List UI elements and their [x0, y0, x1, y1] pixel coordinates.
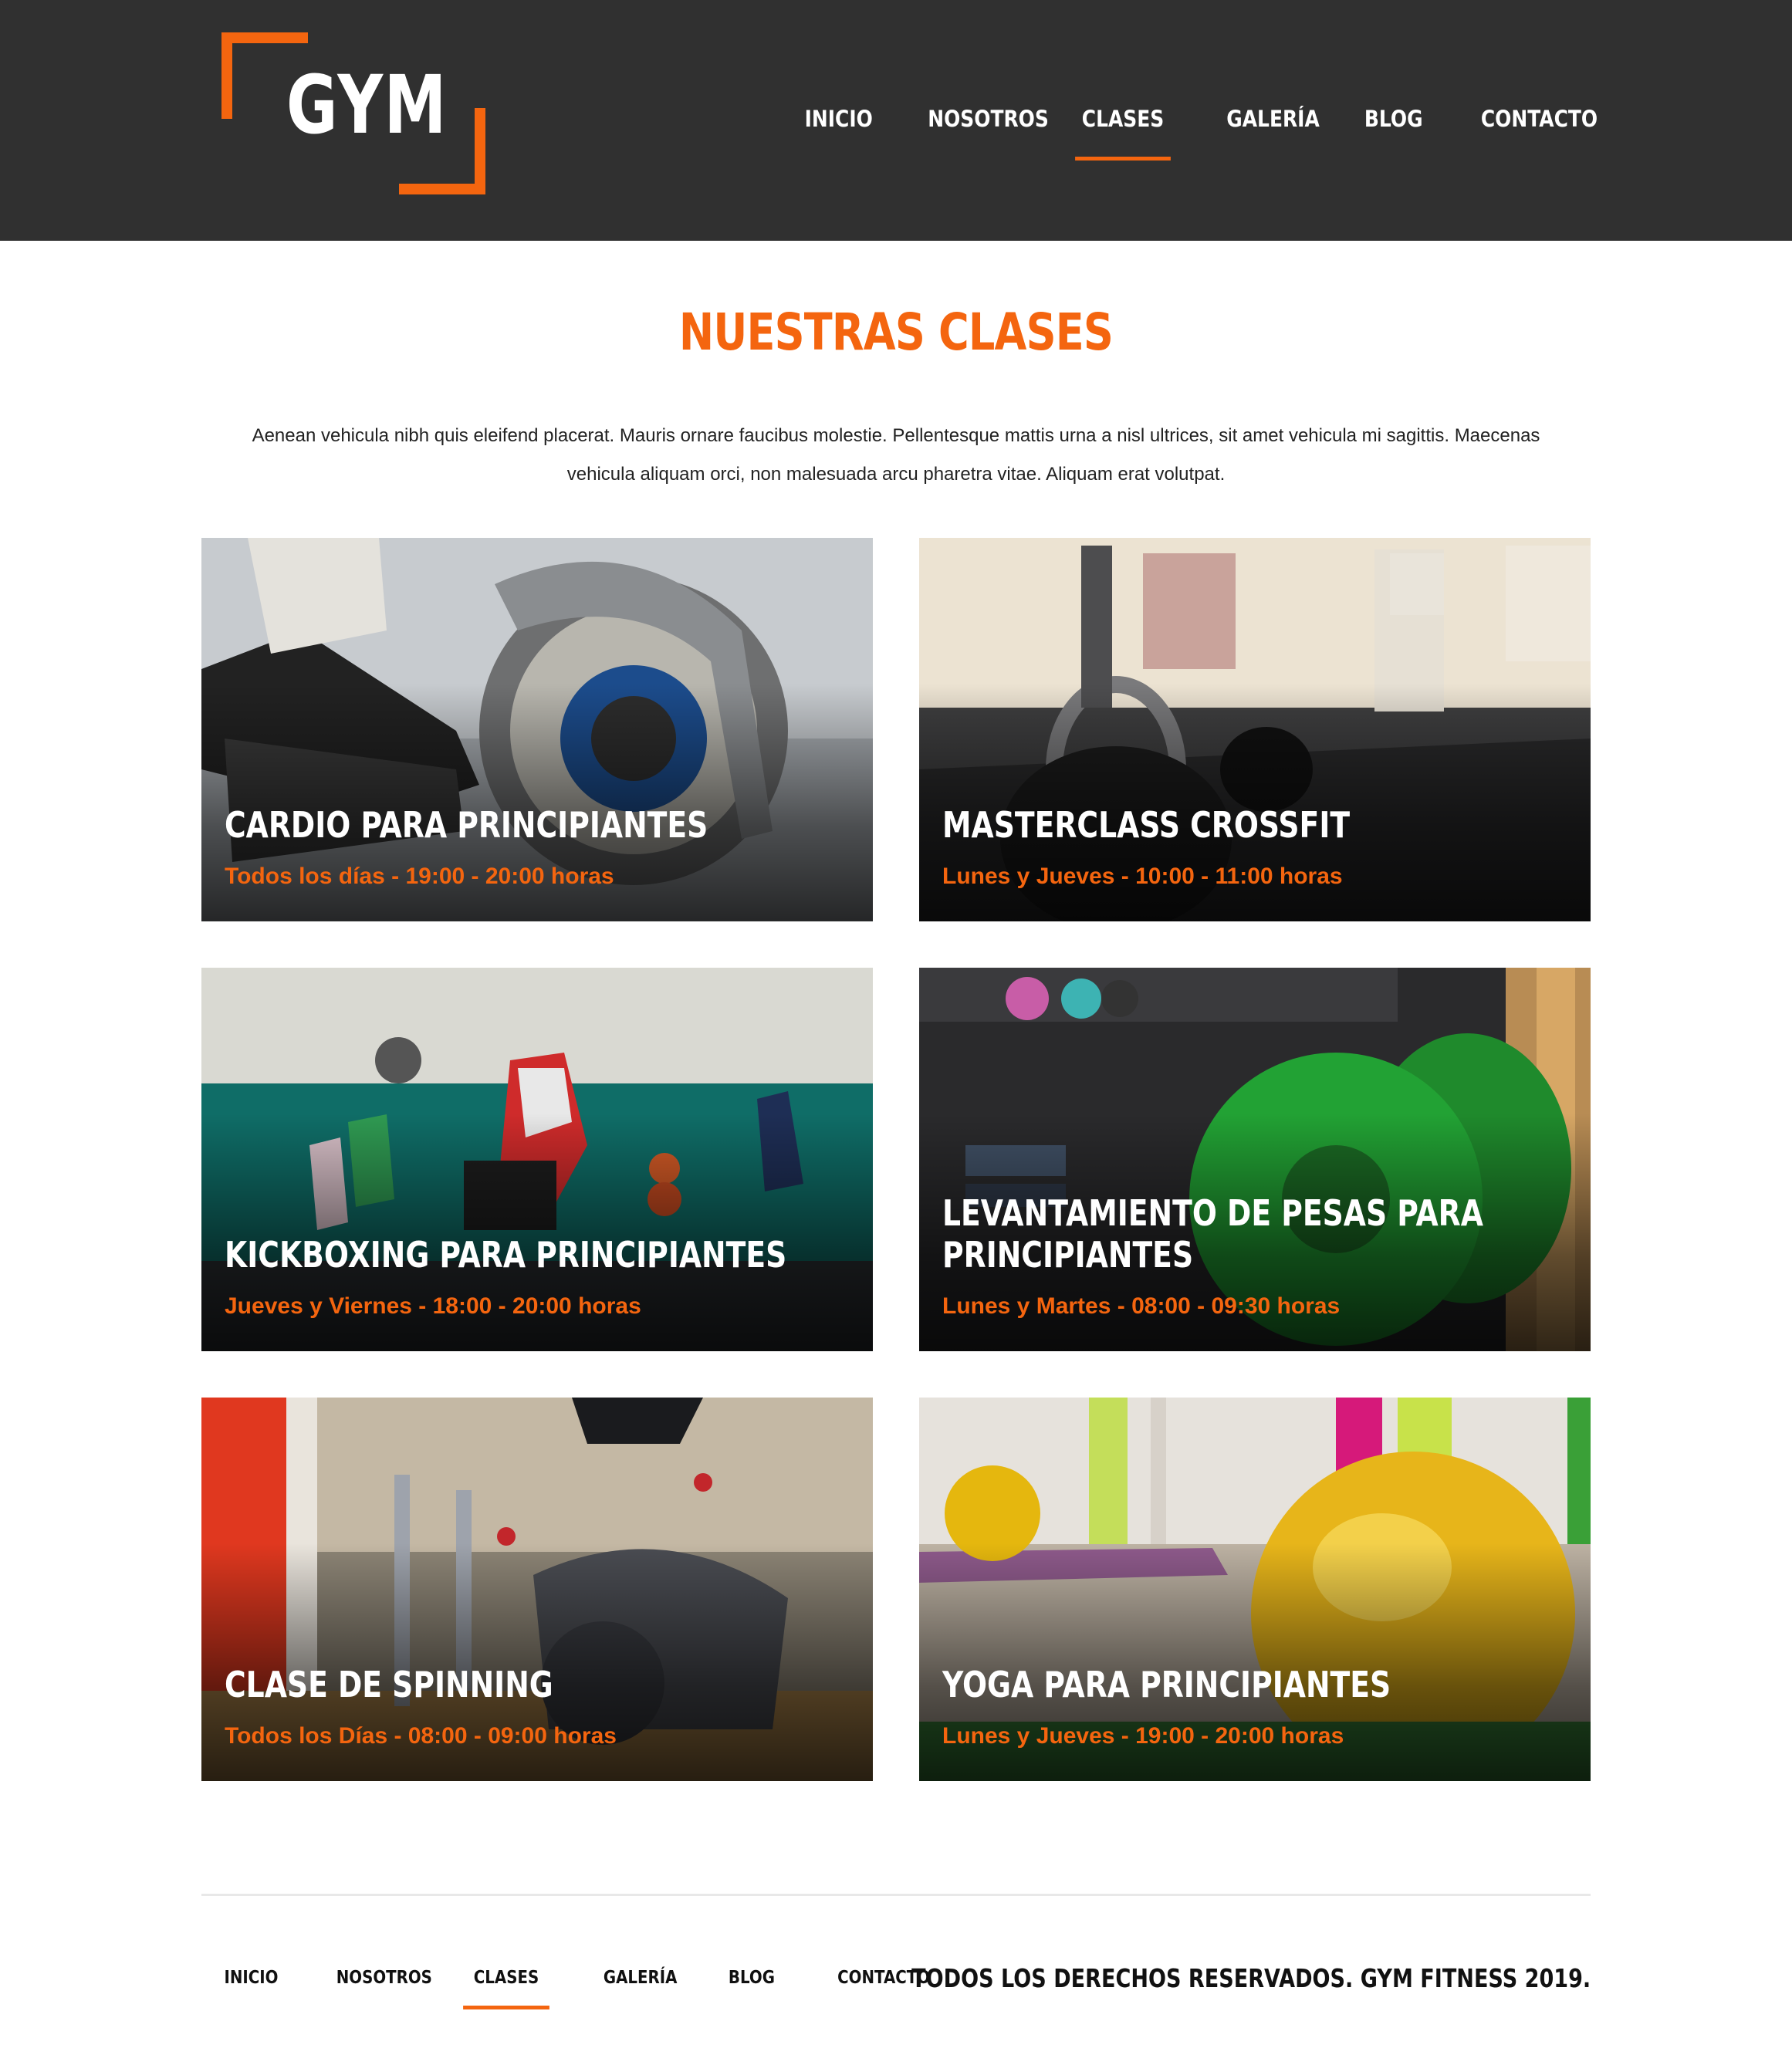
- footer-nav-blog[interactable]: BLOG: [729, 1965, 775, 2009]
- nav-item-nosotros[interactable]: NOSOTROS: [928, 99, 1049, 161]
- nav-item-galeria[interactable]: GALERÍA: [1226, 99, 1319, 161]
- class-title: CLASE DE SPINNING: [225, 1664, 553, 1705]
- nav-item-blog[interactable]: BLOG: [1364, 99, 1423, 161]
- class-card-spinning[interactable]: CLASE DE SPINNING Todos los Días - 08:00…: [201, 1398, 873, 1781]
- class-card-pesas[interactable]: LEVANTAMIENTO DE PESAS PARA PRINCIPIANTE…: [919, 968, 1591, 1351]
- logo-bracket-bottom-right: [399, 184, 485, 194]
- class-schedule: Lunes y Jueves - 19:00 - 20:00 horas: [942, 1723, 1344, 1749]
- footer-nav-clases[interactable]: CLASES: [463, 1965, 549, 2009]
- intro-text: Aenean vehicula nibh quis eleifend place…: [252, 425, 1540, 485]
- class-card-kickboxing[interactable]: KICKBOXING PARA PRINCIPIANTES Jueves y V…: [201, 968, 873, 1351]
- footer-nav-inicio[interactable]: INICIO: [224, 1965, 278, 2009]
- footer-nav-nosotros[interactable]: NOSOTROS: [336, 1965, 432, 2009]
- footer-divider: [201, 1894, 1591, 1896]
- class-schedule: Todos los Días - 08:00 - 09:00 horas: [225, 1723, 617, 1749]
- class-title: MASTERCLASS CROSSFIT: [942, 804, 1351, 846]
- class-title: LEVANTAMIENTO DE PESAS PARA PRINCIPIANTE…: [942, 1192, 1483, 1276]
- footer-nav-galeria[interactable]: GALERÍA: [604, 1965, 678, 2009]
- class-card-cardio[interactable]: CARDIO PARA PRINCIPIANTES Todos los días…: [201, 538, 873, 921]
- page-title: NUESTRAS CLASES: [678, 303, 1114, 362]
- main-nav: INICIO NOSOTROS CLASES GALERÍA BLOG CONT…: [0, 99, 1792, 161]
- class-title: KICKBOXING PARA PRINCIPIANTES: [225, 1234, 787, 1276]
- copyright-text: TODOS LOS DERECHOS RESERVADOS. GYM FITNE…: [911, 1963, 1591, 1993]
- nav-item-contacto[interactable]: CONTACTO: [1481, 99, 1598, 161]
- class-schedule: Todos los días - 19:00 - 20:00 horas: [225, 864, 614, 889]
- footer-nav-contacto[interactable]: CONTACTO: [837, 1965, 930, 2009]
- logo-bracket-top-left: [221, 32, 308, 43]
- nav-item-clases[interactable]: CLASES: [1075, 99, 1171, 161]
- class-schedule: Lunes y Martes - 08:00 - 09:30 horas: [942, 1293, 1341, 1319]
- nav-item-inicio[interactable]: INICIO: [805, 99, 873, 161]
- class-card-yoga[interactable]: YOGA PARA PRINCIPIANTES Lunes y Jueves -…: [919, 1398, 1591, 1781]
- class-title: YOGA PARA PRINCIPIANTES: [942, 1664, 1391, 1705]
- class-title: CARDIO PARA PRINCIPIANTES: [225, 804, 708, 846]
- class-schedule: Lunes y Jueves - 10:00 - 11:00 horas: [942, 864, 1343, 889]
- class-card-crossfit[interactable]: MASTERCLASS CROSSFIT Lunes y Jueves - 10…: [919, 538, 1591, 921]
- site-header: GYM INICIO NOSOTROS CLASES GALERÍA BLOG …: [0, 0, 1792, 241]
- class-schedule: Jueves y Viernes - 18:00 - 20:00 horas: [225, 1293, 641, 1319]
